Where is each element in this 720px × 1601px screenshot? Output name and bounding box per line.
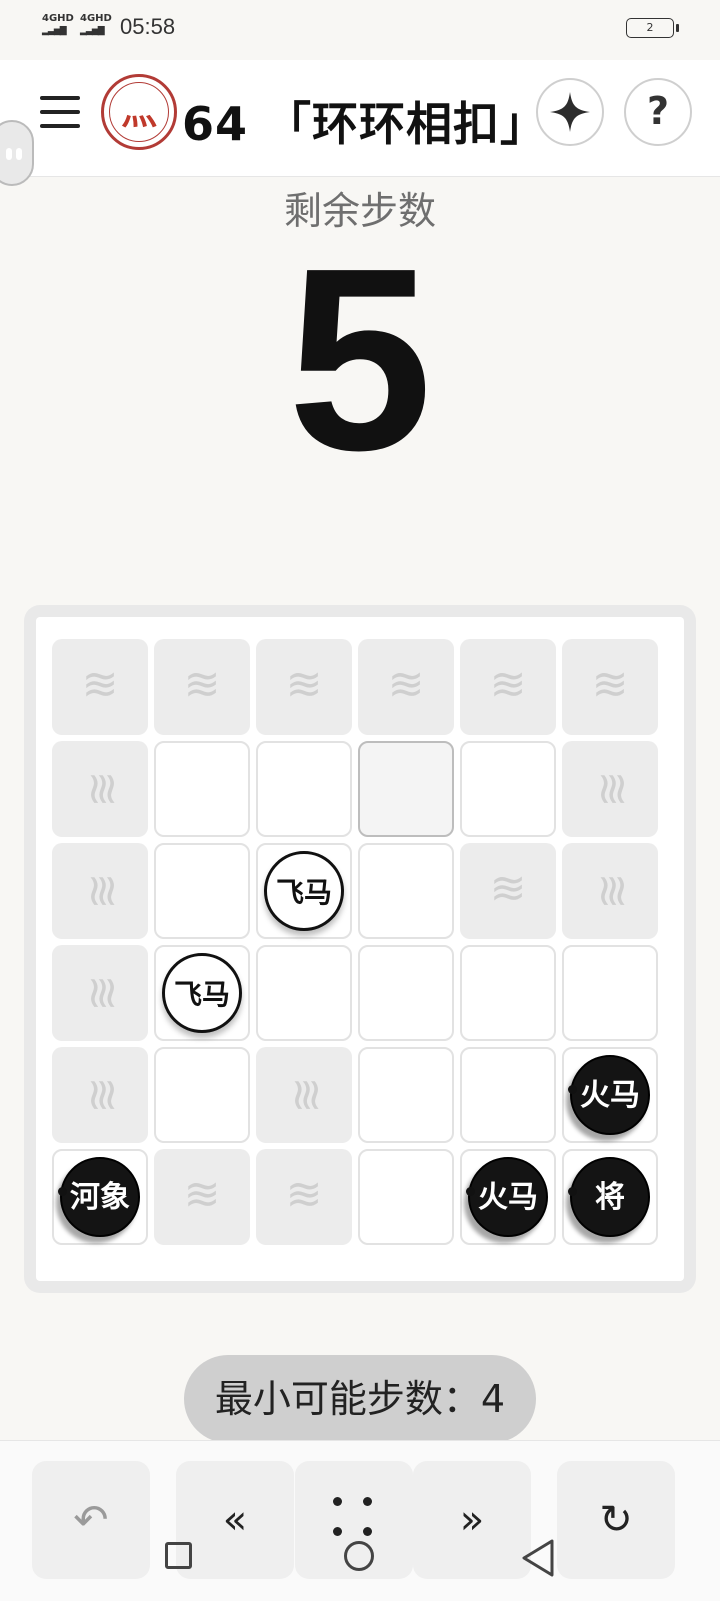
battery-icon: 2 [626,18,679,38]
water-cell[interactable]: ≋ [52,945,148,1041]
game-piece[interactable]: 飞马 [264,851,344,931]
app-header: 灬 64 「环环相扣」 ? [0,60,720,177]
water-wave-icon: ≋ [77,1076,128,1114]
water-wave-icon: ≋ [587,770,638,808]
board-grid: ≋ ≋ ≋ ≋ ≋ ≋ ≋ ≋ ≋ ≋ ≋ ≋ ≋ ≋ ≋ ≋ 飞马 飞马 火马 河象 火马将 [36,617,684,1281]
board-cell[interactable] [358,1149,454,1245]
water-cell[interactable]: ≋ [154,639,250,735]
game-piece[interactable]: 火马 [568,1055,650,1135]
water-cell[interactable]: ≋ [52,639,148,735]
water-wave-icon: ≋ [81,659,119,710]
water-cell[interactable]: ≋ [562,741,658,837]
board-cell[interactable] [256,945,352,1041]
board-cell[interactable] [358,843,454,939]
undo-icon: ↶ [73,1495,109,1544]
menu-button[interactable] [40,96,80,130]
remaining-steps-value: 5 [287,215,433,505]
hint-button[interactable] [536,78,604,146]
water-wave-icon: ≋ [591,659,629,710]
water-wave-icon: ≋ [285,659,323,710]
board-cell[interactable] [460,945,556,1041]
water-cell[interactable]: ≋ [256,1149,352,1245]
cell-signal-icon: 4GHD ▂▃▅▇ [42,13,74,37]
home-icon[interactable] [344,1541,374,1571]
water-wave-icon: ≋ [489,659,527,710]
water-cell[interactable]: ≋ [52,1047,148,1143]
undo-button[interactable]: ↶ [32,1461,150,1579]
game-piece[interactable]: 火马 [466,1157,548,1237]
water-wave-icon: ≋ [77,872,128,910]
piece-label: 将 [595,1180,625,1215]
game-board: ≋ ≋ ≋ ≋ ≋ ≋ ≋ ≋ ≋ ≋ ≋ ≋ ≋ ≋ ≋ ≋ 飞马 飞马 火马 河象 火马将 [24,605,696,1293]
floating-side-tab[interactable] [0,120,34,186]
piece-marker [568,1085,577,1094]
status-bar: 4GHD ▂▃▅▇ 4GHD ▂▃▅▇ 05:58 2 [0,0,720,56]
water-wave-icon: ≋ [183,1169,221,1220]
water-wave-icon: ≋ [77,770,128,808]
reset-button[interactable]: ↻ [557,1461,675,1579]
piece-label: 火马 [580,1078,640,1113]
water-cell[interactable]: ≋ [562,639,658,735]
prev-level-button[interactable]: « [176,1461,294,1579]
water-wave-icon: ≋ [183,659,221,710]
board-cell[interactable] [562,945,658,1041]
water-cell[interactable]: ≋ [256,639,352,735]
board-cell[interactable] [154,1047,250,1143]
water-cell[interactable]: ≋ [52,741,148,837]
water-wave-icon: ≋ [77,974,128,1012]
piece-marker [58,1187,67,1196]
water-cell[interactable]: ≋ [460,639,556,735]
clock: 05:58 [120,14,176,39]
water-cell[interactable]: ≋ [460,843,556,939]
game-piece[interactable]: 河象 [58,1157,140,1237]
min-steps-badge: 最小可能步数：4 [184,1355,536,1443]
app-logo: 灬 [101,74,177,150]
double-right-icon: » [459,1497,485,1543]
water-wave-icon: ≋ [285,1169,323,1220]
piece-marker [466,1187,475,1196]
water-cell[interactable]: ≋ [52,843,148,939]
piece-label: 火马 [478,1180,538,1215]
water-wave-icon: ≋ [587,872,638,910]
bottom-controls: ↶ « » ↻ [0,1440,720,1601]
game-piece[interactable]: 将 [568,1157,650,1237]
fire-logo-icon: 灬 [120,91,157,133]
board-cell[interactable] [358,1047,454,1143]
piece-marker [568,1187,577,1196]
reset-icon: ↻ [599,1497,633,1543]
board-cell[interactable] [460,1047,556,1143]
game-piece[interactable]: 飞马 [162,953,242,1033]
water-wave-icon: ≋ [387,659,425,710]
water-cell[interactable]: ≋ [256,1047,352,1143]
water-wave-icon: ≋ [281,1076,332,1114]
next-level-button[interactable]: » [413,1461,531,1579]
page-title: 64 「环环相扣」 [182,97,548,151]
back-icon[interactable] [520,1538,556,1578]
water-cell[interactable]: ≋ [562,843,658,939]
board-cell[interactable] [460,741,556,837]
water-cell[interactable]: ≋ [154,1149,250,1245]
sparkle-icon [550,92,590,132]
water-wave-icon: ≋ [489,863,527,914]
board-cell[interactable] [256,741,352,837]
board-cell[interactable] [154,843,250,939]
board-cell[interactable] [154,741,250,837]
double-left-icon: « [222,1497,248,1543]
help-button[interactable]: ? [624,78,692,146]
water-cell[interactable]: ≋ [358,639,454,735]
recent-apps-icon[interactable] [165,1542,192,1569]
cell-signal-icon: 4GHD ▂▃▅▇ [80,13,112,37]
grid-dots-icon [333,1497,375,1539]
piece-label: 河象 [70,1180,130,1215]
selected-cell[interactable] [358,741,454,837]
board-cell[interactable] [358,945,454,1041]
